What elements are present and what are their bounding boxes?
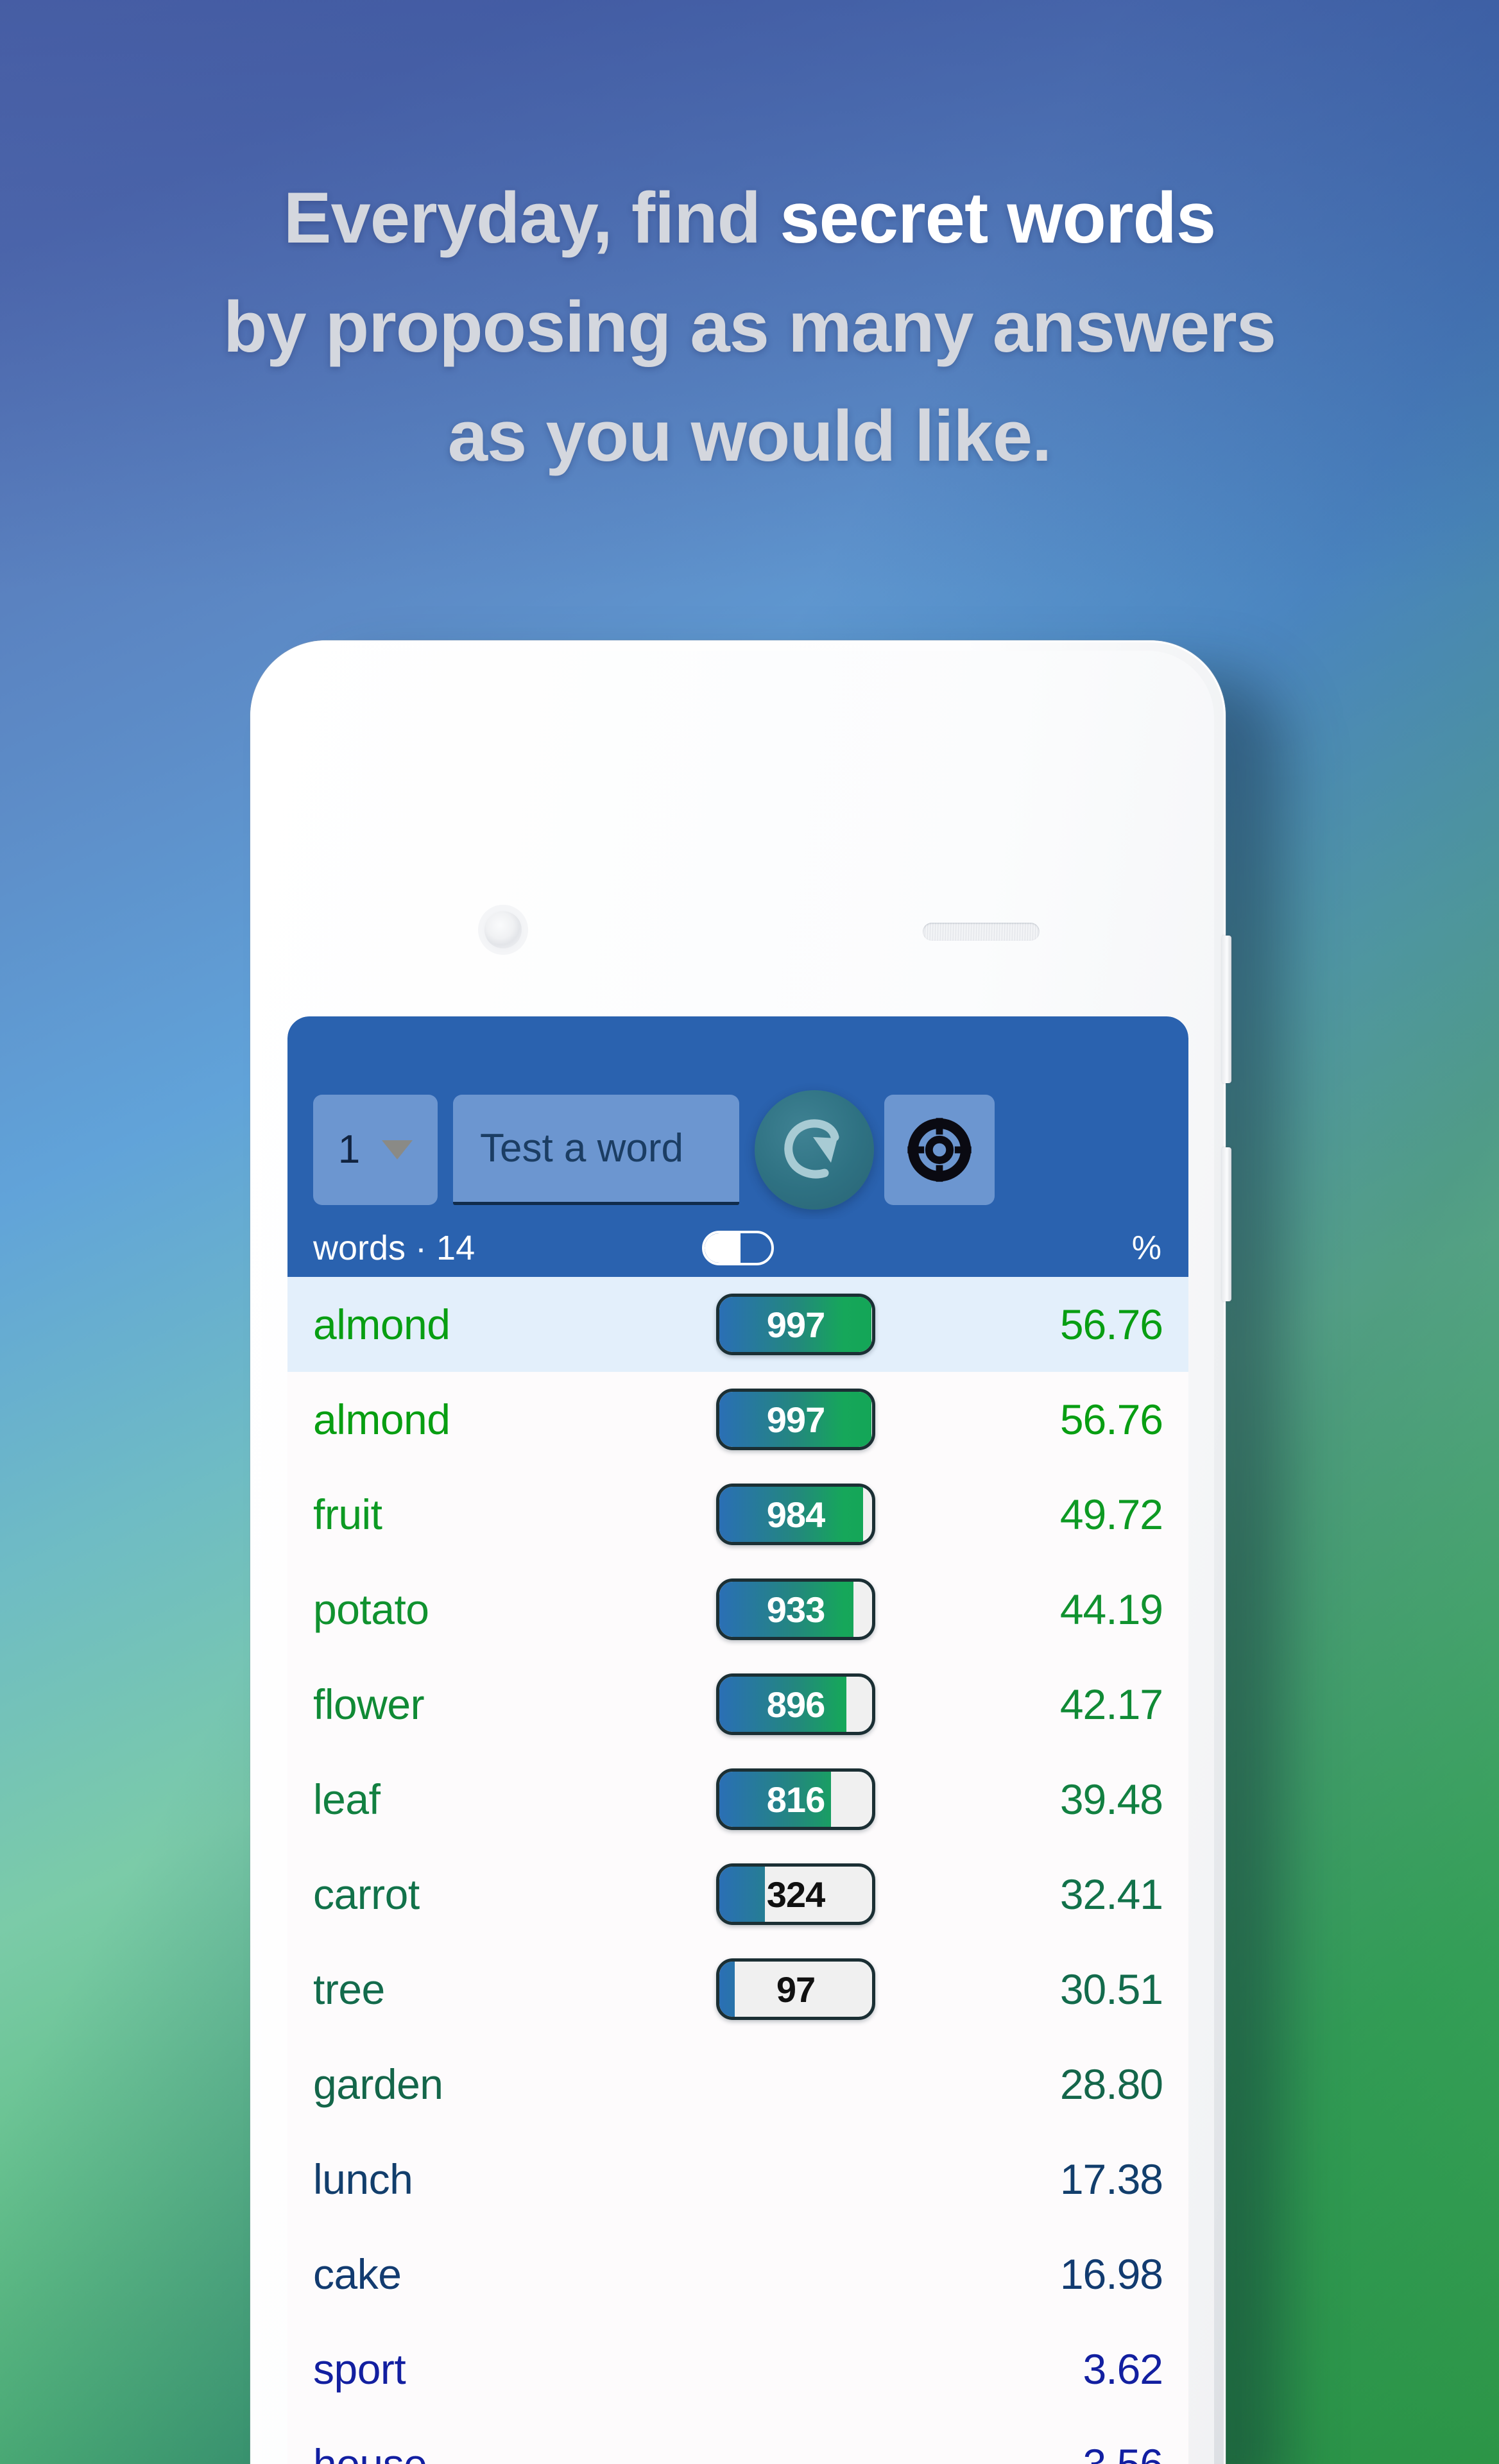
word-label: almond: [313, 1301, 450, 1348]
score-bar: 97: [716, 1958, 875, 2020]
refresh-button[interactable]: [755, 1090, 874, 1210]
word-label: garden: [313, 2060, 443, 2108]
promo-headline: Everyday, find secret words by proposing…: [0, 164, 1499, 492]
words-count-label: words · 14: [313, 1229, 475, 1267]
earpiece-speaker-icon: [923, 923, 1040, 941]
percent-value: 30.51: [1059, 1965, 1163, 2013]
headline-line-3: as you would like.: [447, 396, 1052, 477]
score-value: 997: [766, 1399, 825, 1440]
word-row[interactable]: almond 997 56.76: [287, 1277, 1188, 1372]
phone-mockup: 1 Test a word words · 14 % almond 997 56…: [250, 640, 1231, 2464]
word-row[interactable]: lunch 17.38: [287, 2132, 1188, 2227]
app-bar-controls: 1 Test a word: [313, 1090, 1167, 1210]
app-bar: 1 Test a word words · 14 %: [287, 1016, 1188, 1277]
word-label: cake: [313, 2250, 402, 2298]
word-count-select[interactable]: 1: [313, 1095, 438, 1205]
front-camera-icon: [484, 911, 522, 948]
score-value: 984: [766, 1494, 825, 1535]
word-label: leaf: [313, 1775, 381, 1823]
word-label: potato: [313, 1586, 429, 1633]
word-row[interactable]: flower 896 42.17: [287, 1657, 1188, 1752]
headline-plain-text: Everyday, find: [283, 178, 780, 258]
score-value: 816: [766, 1779, 825, 1820]
percent-value: 39.48: [1059, 1775, 1163, 1823]
refresh-arrow-icon: [784, 1119, 839, 1179]
score-bar-cell: 97: [615, 1958, 977, 2020]
score-bar-cell: 997: [615, 1389, 977, 1450]
percent-value: 32.41: [1059, 1870, 1163, 1918]
word-row[interactable]: tree 97 30.51: [287, 1942, 1188, 2037]
score-bar: 997: [716, 1294, 875, 1355]
word-test-input[interactable]: Test a word: [453, 1095, 739, 1205]
word-row[interactable]: potato 933 44.19: [287, 1562, 1188, 1657]
percent-value: 49.72: [1059, 1491, 1163, 1538]
word-results-list: almond 997 56.76 almond 997 56.76 fruit 984 49.7…: [287, 1277, 1188, 2464]
phone-volume-button[interactable]: [1222, 936, 1231, 1083]
score-bar-cell: 816: [615, 1768, 977, 1830]
score-value: 97: [776, 1969, 816, 2010]
score-value: 896: [766, 1684, 825, 1725]
score-bar: 997: [716, 1389, 875, 1450]
percent-value: 3.56: [1083, 2440, 1163, 2464]
toggle-knob: [705, 1233, 741, 1263]
display-mode-toggle[interactable]: [702, 1231, 774, 1265]
phone-power-button[interactable]: [1222, 1147, 1231, 1301]
word-row[interactable]: fruit 984 49.72: [287, 1467, 1188, 1562]
word-label: carrot: [313, 1870, 420, 1918]
percent-value: 56.76: [1059, 1301, 1163, 1348]
word-label: almond: [313, 1396, 450, 1443]
word-label: tree: [313, 1965, 385, 2013]
score-bar: 896: [716, 1673, 875, 1735]
word-row[interactable]: garden 28.80: [287, 2037, 1188, 2132]
headline-line-1: Everyday, find secret words: [0, 164, 1499, 273]
percent-value: 44.19: [1059, 1586, 1163, 1633]
score-bar-cell: 933: [615, 1579, 977, 1640]
score-bar: 933: [716, 1579, 875, 1640]
word-label: flower: [313, 1681, 425, 1728]
word-row[interactable]: leaf 816 39.48: [287, 1752, 1188, 1847]
score-value: 997: [766, 1304, 825, 1345]
score-value: 324: [766, 1874, 825, 1915]
word-row[interactable]: almond 997 56.76: [287, 1372, 1188, 1467]
word-label: fruit: [313, 1491, 382, 1538]
word-count-select-value: 1: [338, 1127, 361, 1172]
score-bar: 324: [716, 1863, 875, 1925]
app-screen: 1 Test a word words · 14 % almond 997 56…: [287, 1016, 1188, 2464]
word-test-input-placeholder: Test a word: [480, 1126, 684, 1170]
word-label: lunch: [313, 2155, 413, 2203]
headline-strong-text: secret words: [780, 178, 1216, 258]
percent-value: 17.38: [1059, 2155, 1163, 2203]
score-bar-cell: 324: [615, 1863, 977, 1925]
score-bar-cell: 984: [615, 1484, 977, 1545]
score-bar: 984: [716, 1484, 875, 1545]
percent-value: 16.98: [1059, 2250, 1163, 2298]
word-label: sport: [313, 2345, 406, 2393]
score-bar-cell: 896: [615, 1673, 977, 1735]
score-bar-cell: 997: [615, 1294, 977, 1355]
score-bar: 816: [716, 1768, 875, 1830]
percent-column-header: %: [1131, 1229, 1161, 1267]
score-value: 933: [766, 1589, 825, 1630]
percent-value: 42.17: [1059, 1681, 1163, 1728]
help-button[interactable]: [884, 1095, 995, 1205]
word-row[interactable]: sport 3.62: [287, 2322, 1188, 2417]
app-sub-bar: words · 14 %: [287, 1219, 1188, 1277]
percent-value: 56.76: [1059, 1396, 1163, 1443]
promo-screenshot: Everyday, find secret words by proposing…: [0, 0, 1499, 2464]
percent-value: 28.80: [1059, 2060, 1163, 2108]
word-row[interactable]: carrot 324 32.41: [287, 1847, 1188, 1942]
word-row[interactable]: cake 16.98: [287, 2227, 1188, 2322]
headline-line-2: by proposing as many answers: [223, 287, 1276, 368]
lifebuoy-icon: [907, 1118, 972, 1182]
chevron-down-icon: [382, 1140, 413, 1159]
word-row[interactable]: house 3.56: [287, 2417, 1188, 2464]
word-label: house: [313, 2440, 427, 2464]
percent-value: 3.62: [1083, 2345, 1163, 2393]
